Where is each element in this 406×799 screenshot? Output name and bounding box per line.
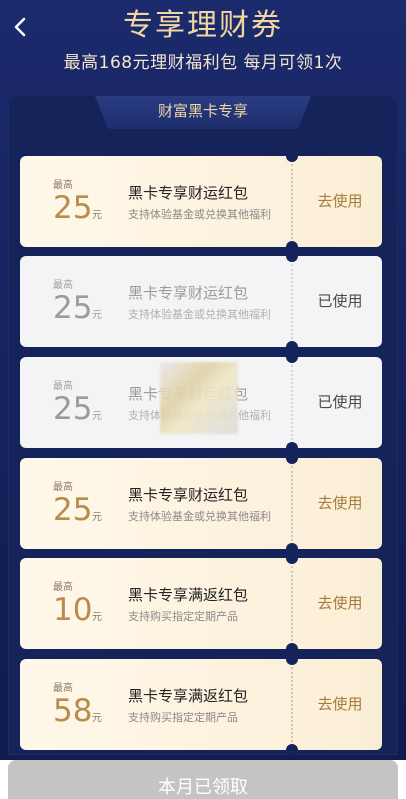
coupon-notch: [286, 150, 298, 162]
coupon-divider: [291, 164, 293, 239]
coupon-notch: [286, 653, 298, 665]
coupon-use-button[interactable]: 去使用: [298, 659, 382, 750]
coupon-amount: 25: [53, 290, 93, 326]
coupon-name: 黑卡专享财运红包: [128, 184, 249, 202]
page-title: 专享理财券: [123, 8, 283, 43]
coupon-max-label: 最高: [53, 683, 73, 694]
coupon-desc: 支持体验基金或兑换其他福利: [128, 510, 271, 523]
section-label: 财富黑卡专享: [157, 102, 248, 120]
coupon-desc: 支持体验基金或兑换其他福利: [128, 208, 271, 221]
coupon-use-button[interactable]: 去使用: [298, 156, 382, 247]
coupon-divider: [291, 667, 293, 742]
coupon-use-button[interactable]: 去使用: [298, 558, 382, 649]
coupon-divider: [291, 264, 293, 339]
coupon-notch: [286, 552, 298, 564]
coupon-desc: 支持购买指定定期产品: [128, 711, 238, 724]
coupon-name: 黑卡专享财运红包: [128, 486, 249, 504]
redaction-blur: [160, 362, 238, 434]
coupon-divider: [291, 365, 293, 440]
header: 专享理财券 最高168元理财福利包 每月可领1次: [0, 0, 406, 90]
coupon-card-4[interactable]: 最高 25 元 黑卡专享财运红包 支持体验基金或兑换其他福利 去使用: [20, 452, 382, 555]
coupon-name: 黑卡专享满返红包: [128, 586, 249, 604]
coupon-amount: 25: [53, 492, 93, 528]
coupon-card-6[interactable]: 最高 58 元 黑卡专享满返红包 支持购买指定定期产品 去使用: [20, 653, 382, 756]
coupon-max-label: 最高: [53, 381, 73, 392]
coupon-amount: 10: [53, 592, 93, 628]
coupon-amount: 25: [53, 391, 93, 427]
coupon-use-button[interactable]: 去使用: [298, 458, 382, 549]
coupon-max-label: 最高: [53, 280, 73, 291]
coupon-notch: [286, 452, 298, 464]
coupon-max-label: 最高: [53, 482, 73, 493]
page-subtitle: 最高168元理财福利包 每月可领1次: [63, 53, 343, 73]
coupon-card-5[interactable]: 最高 10 元 黑卡专享满返红包 支持购买指定定期产品 去使用: [20, 552, 382, 655]
coupon-amount: 58: [53, 693, 93, 729]
coupon-card-1[interactable]: 最高 25 元 黑卡专享财运红包 支持体验基金或兑换其他福利 去使用: [20, 150, 382, 253]
coupon-unit: 元: [92, 512, 102, 523]
coupon-unit: 元: [92, 210, 102, 221]
coupon-amount: 25: [53, 190, 93, 226]
coupon-max-label: 最高: [53, 180, 73, 191]
coupon-unit: 元: [92, 411, 102, 422]
coupon-card-2[interactable]: 最高 25 元 黑卡专享财运红包 支持体验基金或兑换其他福利 已使用: [20, 250, 382, 353]
coupon-unit: 元: [92, 612, 102, 623]
coupon-used-status: 已使用: [317, 292, 363, 310]
coupon-max-label: 最高: [53, 582, 73, 593]
coupon-used-status: 已使用: [317, 393, 363, 411]
coupon-name: 黑卡专享满返红包: [128, 687, 249, 705]
coupon-divider: [291, 566, 293, 641]
page: 专享理财券 最高168元理财福利包 每月可领1次 财富黑卡专享 最高 25 元 …: [0, 0, 406, 799]
coupon-divider: [291, 466, 293, 541]
claimed-button[interactable]: 本月已领取: [8, 760, 398, 799]
coupon-desc: 支持购买指定定期产品: [128, 610, 238, 623]
coupon-notch: [286, 744, 298, 756]
coupon-name: 黑卡专享财运红包: [128, 284, 249, 302]
coupon-unit: 元: [92, 713, 102, 724]
coupon-notch: [286, 250, 298, 262]
coupon-desc: 支持体验基金或兑换其他福利: [128, 308, 271, 321]
coupon-notch: [286, 351, 298, 363]
coupon-unit: 元: [92, 310, 102, 321]
